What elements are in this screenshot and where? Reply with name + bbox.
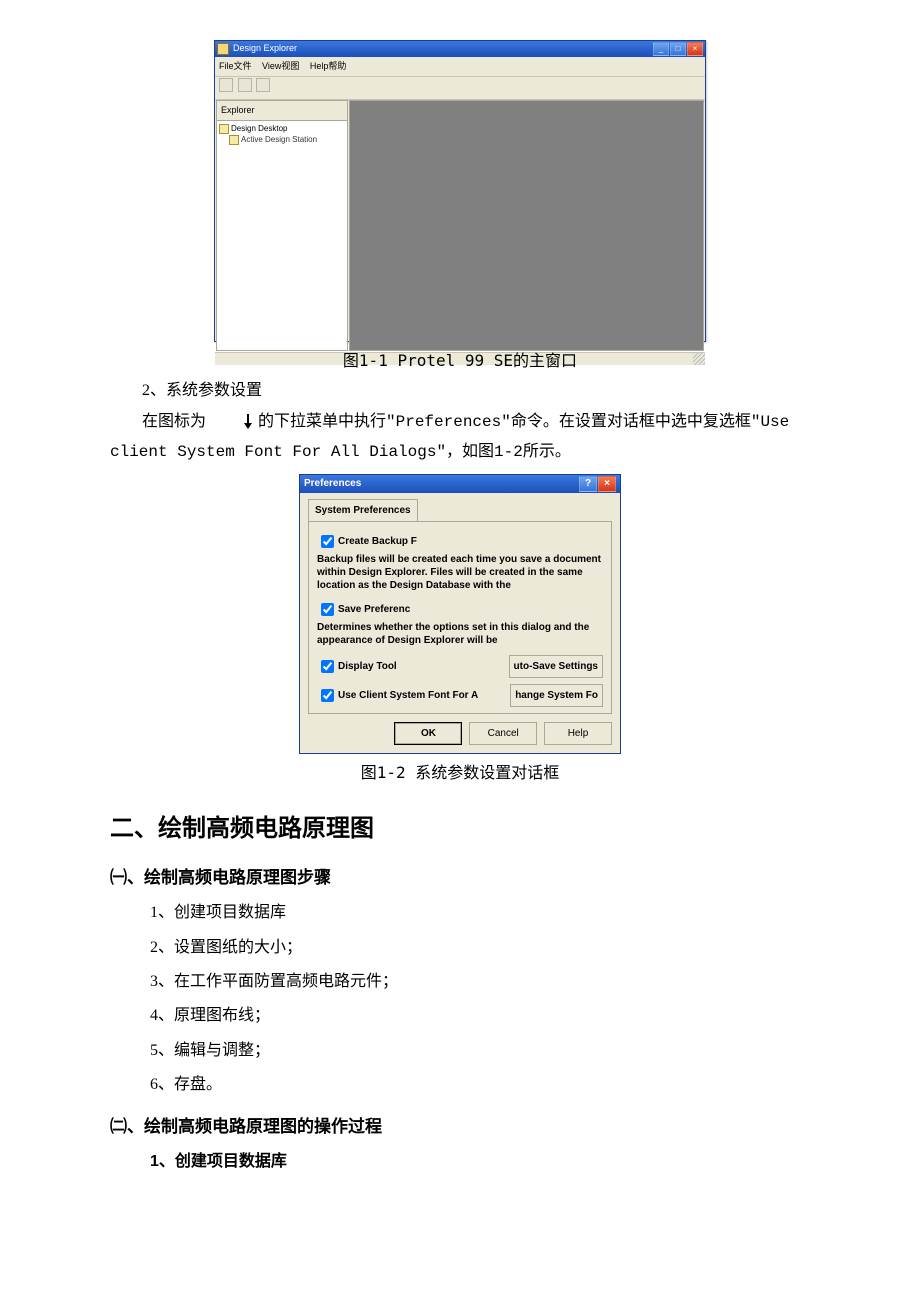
- dialog-help-icon[interactable]: ?: [579, 476, 597, 492]
- checkbox-label: Use Client System Font For A: [338, 690, 478, 701]
- dialog-close-icon[interactable]: ×: [598, 476, 616, 492]
- toolbar-button[interactable]: [219, 78, 233, 92]
- subheading-steps: ㈠、绘制高频电路原理图步骤: [110, 862, 810, 894]
- checkbox-input[interactable]: [321, 689, 334, 702]
- checkbox-input[interactable]: [321, 660, 334, 673]
- figure-1-2-caption: 图1-2 系统参数设置对话框: [110, 758, 810, 788]
- preferences-dialog: Preferences ? × System Preferences Creat…: [299, 474, 621, 754]
- checkbox-label: Save Preferenc: [338, 604, 410, 615]
- tree-node-root[interactable]: Design Desktop: [219, 123, 345, 134]
- checkbox-input[interactable]: [321, 535, 334, 548]
- checkbox-display-tool[interactable]: Display Tool: [317, 657, 509, 676]
- menu-view[interactable]: View视图: [262, 61, 299, 71]
- explorer-tab[interactable]: Explorer: [217, 101, 347, 121]
- tree-node-label: Active Design Station: [241, 135, 317, 144]
- mdi-workspace: [349, 100, 704, 351]
- step-6: 6、存盘。: [110, 1070, 810, 1100]
- dialog-button-row: OK Cancel Help: [300, 716, 620, 753]
- figure-1-2: Preferences ? × System Preferences Creat…: [110, 474, 810, 754]
- station-icon: [229, 135, 239, 145]
- tree-node-child[interactable]: Active Design Station: [219, 134, 345, 145]
- process-list: 1、创建项目数据库: [110, 1147, 810, 1177]
- resize-grip-icon[interactable]: [693, 353, 705, 365]
- tab-page: Create Backup F Backup files will be cre…: [308, 521, 612, 714]
- toolbar: [215, 77, 705, 100]
- step-2: 2、设置图纸的大小；: [110, 933, 810, 963]
- figure-1-1-caption: 图1-1 Protel 99 SE的主窗口: [110, 346, 810, 376]
- process-step-1: 1、创建项目数据库: [110, 1147, 810, 1177]
- down-arrow-icon: [210, 407, 254, 437]
- ok-button[interactable]: OK: [394, 722, 462, 745]
- tab-system-preferences[interactable]: System Preferences: [308, 499, 418, 521]
- heading-2-draw-schematic: 二、绘制高频电路原理图: [110, 806, 810, 852]
- checkbox-save-preferences[interactable]: Save Preferenc: [317, 600, 603, 619]
- menu-help[interactable]: Help帮助: [310, 61, 347, 71]
- change-system-font-button[interactable]: hange System Fo: [510, 684, 603, 707]
- figure-1-1: Design Explorer _ □ × File文件 View视图 Help…: [110, 40, 810, 342]
- step-5: 5、编辑与调整；: [110, 1036, 810, 1066]
- step-3: 3、在工作平面防置高频电路元件；: [110, 967, 810, 997]
- step-4: 4、原理图布线；: [110, 1001, 810, 1031]
- cancel-button[interactable]: Cancel: [469, 722, 537, 745]
- folder-icon: [219, 124, 229, 134]
- checkbox-label: Create Backup F: [338, 536, 417, 547]
- explorer-tree: Design Desktop Active Design Station: [217, 121, 347, 350]
- close-icon[interactable]: ×: [687, 42, 703, 56]
- help-button[interactable]: Help: [544, 722, 612, 745]
- checkbox-create-backup[interactable]: Create Backup F: [317, 532, 603, 551]
- menubar: File文件 View视图 Help帮助: [215, 57, 705, 77]
- step-1: 1、创建项目数据库: [110, 898, 810, 928]
- dialog-title: Preferences: [304, 474, 361, 493]
- explorer-panel: Explorer Design Desktop Active Design St…: [216, 100, 348, 351]
- menu-file[interactable]: File文件: [219, 61, 252, 71]
- auto-save-settings-button[interactable]: uto-Save Settings: [509, 655, 603, 678]
- preferences-instruction: 在图标为 的下拉菜单中执行"Preferences"命令。在设置对话框中选中复选…: [110, 407, 810, 468]
- checkbox-label: Display Tool: [338, 661, 397, 672]
- toolbar-button[interactable]: [256, 78, 270, 92]
- desc-backup: Backup files will be created each time y…: [317, 553, 603, 592]
- minimize-icon[interactable]: _: [653, 42, 669, 56]
- window-title: Design Explorer: [233, 40, 297, 57]
- maximize-icon[interactable]: □: [670, 42, 686, 56]
- section-2-title: 2、系统参数设置: [110, 376, 810, 406]
- toolbar-button[interactable]: [238, 78, 252, 92]
- desc-save: Determines whether the options set in th…: [317, 621, 603, 647]
- window-titlebar: Design Explorer _ □ ×: [215, 41, 705, 57]
- protel-window: Design Explorer _ □ × File文件 View视图 Help…: [214, 40, 706, 342]
- checkbox-use-client-font[interactable]: Use Client System Font For A: [317, 686, 510, 705]
- steps-list: 1、创建项目数据库 2、设置图纸的大小； 3、在工作平面防置高频电路元件； 4、…: [110, 898, 810, 1100]
- dialog-titlebar: Preferences ? ×: [300, 475, 620, 493]
- tree-node-label: Design Desktop: [231, 124, 287, 133]
- app-icon: [217, 43, 229, 55]
- checkbox-input[interactable]: [321, 603, 334, 616]
- subheading-process: ㈡、绘制高频电路原理图的操作过程: [110, 1111, 810, 1143]
- text-fragment: 在图标为: [142, 413, 210, 430]
